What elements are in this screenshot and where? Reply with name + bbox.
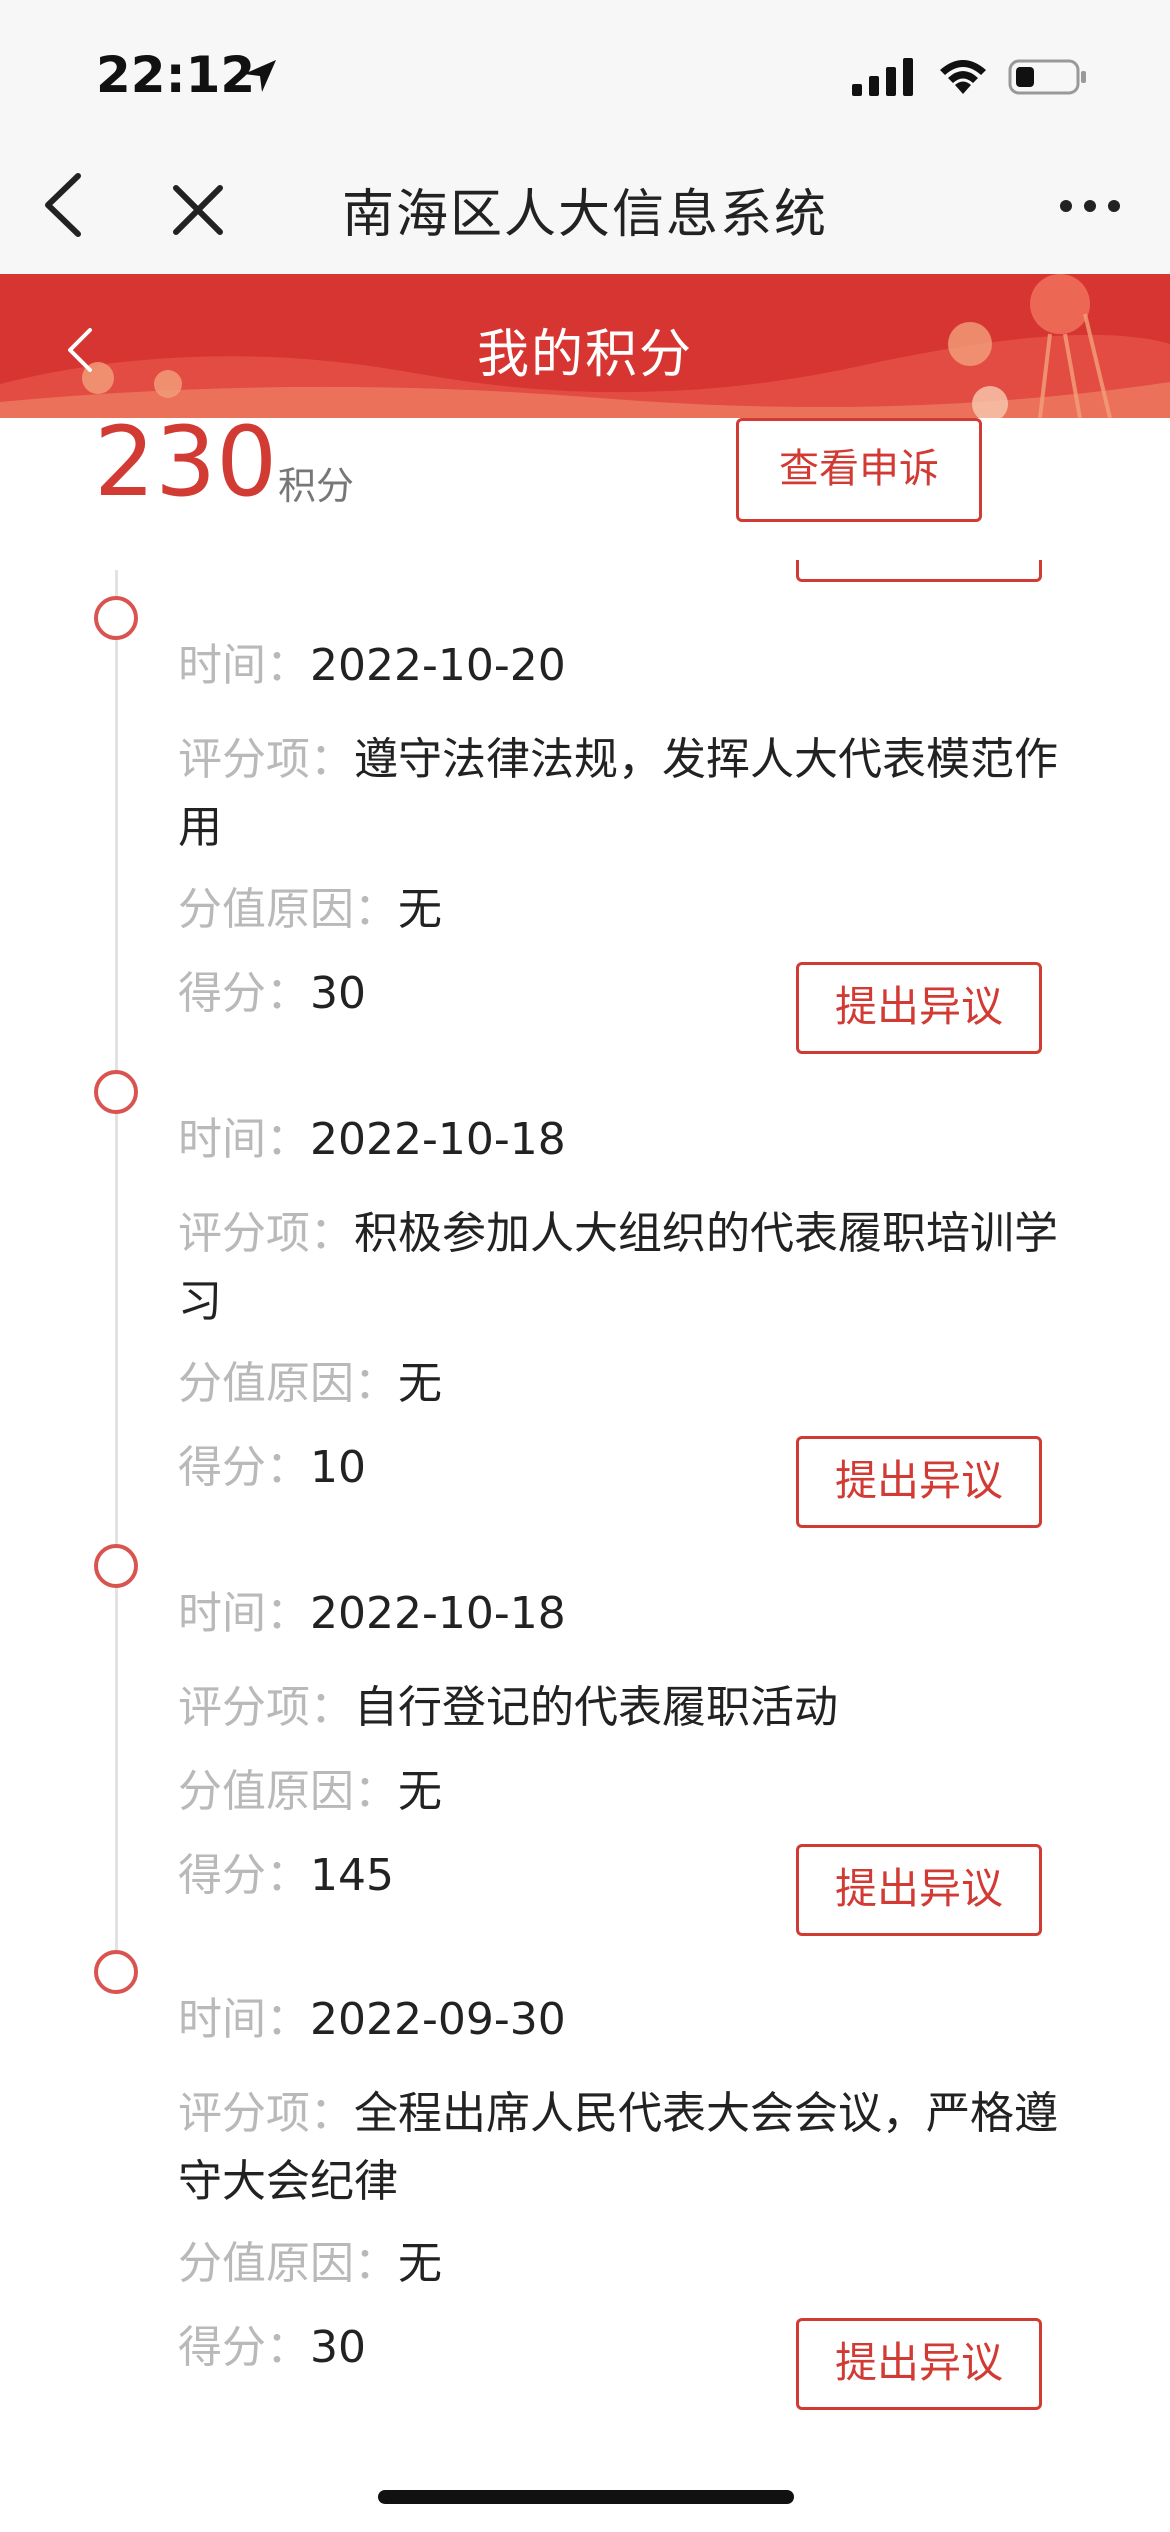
bottom-safe-area xyxy=(0,2426,1170,2532)
location-arrow-icon xyxy=(244,60,276,92)
record-date: 2022-10-20 xyxy=(310,640,566,691)
record-item-row: 评分项：遵守法律法规，发挥人大代表模范作用 xyxy=(178,726,1078,862)
reason-label: 分值原因： xyxy=(178,1358,398,1409)
score-label: 得分： xyxy=(178,1850,310,1901)
record-time-row: 时间：2022-10-20 xyxy=(178,632,566,700)
view-appeals-button[interactable]: 查看申诉 xyxy=(736,418,982,522)
record-reason: 无 xyxy=(398,884,442,935)
score-label: 得分： xyxy=(178,2322,310,2373)
time-label: 时间： xyxy=(178,1588,310,1639)
item-label: 评分项： xyxy=(178,2088,354,2139)
item-label: 评分项： xyxy=(178,734,354,785)
raise-objection-button[interactable]: 提出异议 xyxy=(796,1844,1042,1936)
score-record: 时间：2022-10-18 评分项：积极参加人大组织的代表履职培训学习 分值原因… xyxy=(0,1070,1170,1540)
total-points: 230 xyxy=(94,406,278,518)
raise-objection-button[interactable]: 提出异议 xyxy=(796,962,1042,1054)
record-reason: 无 xyxy=(398,1766,442,1817)
more-options-icon[interactable] xyxy=(1058,196,1122,216)
record-item-row: 评分项：全程出席人民代表大会会议，严格遵守大会纪律 xyxy=(178,2080,1078,2216)
record-reason-row: 分值原因：无 xyxy=(178,1758,442,1826)
record-score: 145 xyxy=(310,1850,394,1901)
record-score-row: 得分：145 xyxy=(178,1842,394,1910)
record-reason-row: 分值原因：无 xyxy=(178,2230,442,2298)
time-label: 时间： xyxy=(178,1994,310,2045)
score-record: 时间：2022-09-30 评分项：全程出席人民代表大会会议，严格遵守大会纪律 … xyxy=(0,1950,1170,2420)
record-date: 2022-09-30 xyxy=(310,1994,566,2045)
record-reason-row: 分值原因：无 xyxy=(178,1350,442,1418)
reason-label: 分值原因： xyxy=(178,2238,398,2289)
timeline-dot xyxy=(94,1950,138,1994)
record-time-row: 时间：2022-10-18 xyxy=(178,1106,566,1174)
timeline-dot xyxy=(94,596,138,640)
app-title: 南海区人大信息系统 xyxy=(341,185,828,245)
cellular-signal-icon xyxy=(852,58,913,96)
item-label: 评分项： xyxy=(178,1208,354,1259)
timeline-dot xyxy=(94,1070,138,1114)
record-score: 10 xyxy=(310,1442,366,1493)
score-record: 时间：2022-10-18 评分项：自行登记的代表履职活动 分值原因：无 得分：… xyxy=(0,1544,1170,1954)
record-score-row: 得分：10 xyxy=(178,1434,366,1502)
record-item: 自行登记的代表履职活动 xyxy=(354,1682,838,1733)
points-unit: 积分 xyxy=(278,464,355,508)
reason-label: 分值原因： xyxy=(178,884,398,935)
record-score: 30 xyxy=(310,2322,366,2373)
record-reason-row: 分值原因：无 xyxy=(178,876,442,944)
time-label: 时间： xyxy=(178,640,310,691)
reason-label: 分值原因： xyxy=(178,1766,398,1817)
home-indicator[interactable] xyxy=(378,2490,794,2504)
record-score-row: 得分：30 xyxy=(178,2314,366,2382)
browser-nav-bar: 南海区人大信息系统 xyxy=(0,150,1170,274)
score-label: 得分： xyxy=(178,968,310,1019)
page-header: 我的积分 xyxy=(0,274,1170,418)
item-label: 评分项： xyxy=(178,1682,354,1733)
wifi-icon xyxy=(940,60,986,94)
record-score: 30 xyxy=(310,968,366,1019)
record-date: 2022-10-18 xyxy=(310,1114,566,1165)
battery-icon xyxy=(1008,59,1086,95)
record-date: 2022-10-18 xyxy=(310,1588,566,1639)
status-time: 22:12 xyxy=(96,46,256,104)
record-time-row: 时间：2022-09-30 xyxy=(178,1986,566,2054)
record-score-row: 得分：30 xyxy=(178,960,366,1028)
partial-objection-button[interactable] xyxy=(796,560,1042,582)
time-label: 时间： xyxy=(178,1114,310,1165)
record-item-row: 评分项：自行登记的代表履职活动 xyxy=(178,1674,1078,1742)
record-time-row: 时间：2022-10-18 xyxy=(178,1580,566,1648)
score-record: 时间：2022-10-20 评分项：遵守法律法规，发挥人大代表模范作用 分值原因… xyxy=(0,596,1170,1066)
record-reason: 无 xyxy=(398,2238,442,2289)
status-bar: 22:12 xyxy=(0,0,1170,150)
record-reason: 无 xyxy=(398,1358,442,1409)
record-item-row: 评分项：积极参加人大组织的代表履职培训学习 xyxy=(178,1200,1078,1336)
raise-objection-button[interactable]: 提出异议 xyxy=(796,2318,1042,2410)
timeline-dot xyxy=(94,1544,138,1588)
score-label: 得分： xyxy=(178,1442,310,1493)
raise-objection-button[interactable]: 提出异议 xyxy=(796,1436,1042,1528)
page-title: 我的积分 xyxy=(476,325,693,385)
